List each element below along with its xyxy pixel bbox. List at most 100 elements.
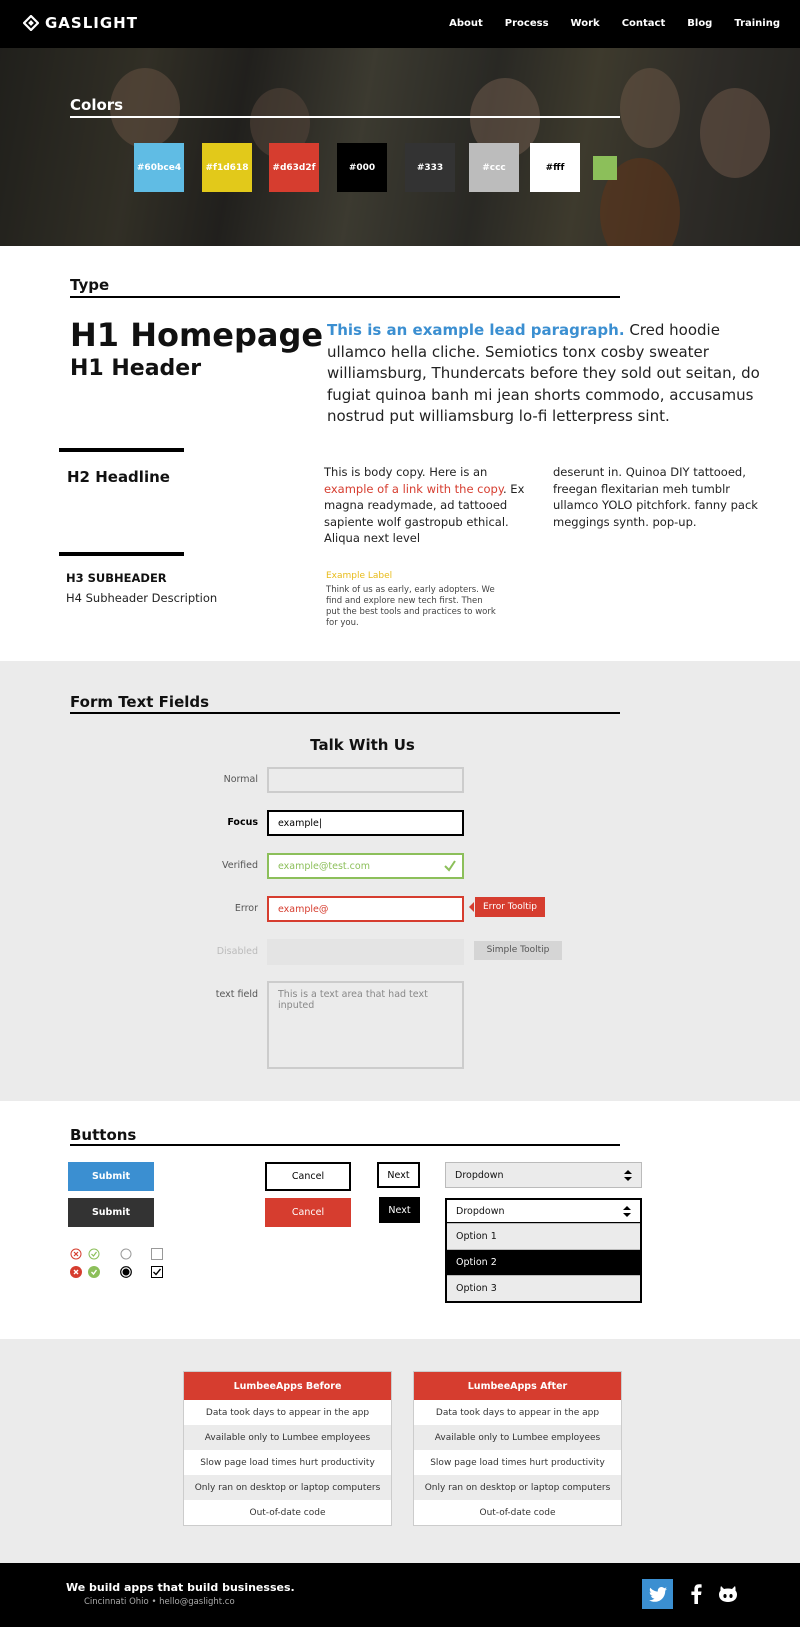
table-before: LumbeeApps Before Data took days to appe…	[183, 1371, 392, 1526]
submit-button-primary[interactable]: Submit	[68, 1162, 154, 1191]
cancel-button-outline[interactable]: Cancel	[265, 1162, 351, 1191]
dropdown-closed[interactable]: Dropdown	[445, 1162, 642, 1188]
table-before-body: Data took days to appear in the app Avai…	[184, 1400, 391, 1525]
table-row: Only ran on desktop or laptop computers	[414, 1475, 621, 1500]
table-after-body: Data took days to appear in the app Avai…	[414, 1400, 621, 1525]
table-after-header: LumbeeApps After	[414, 1372, 621, 1400]
table-row: Only ran on desktop or laptop computers	[184, 1475, 391, 1500]
type-title: Type	[70, 276, 110, 294]
dropdown-open-label: Dropdown	[456, 1205, 505, 1217]
next-button-dark[interactable]: Next	[379, 1197, 420, 1223]
swatch-yellow: #f1d618	[202, 143, 252, 192]
verified-value: example@test.com	[278, 861, 370, 872]
swatch-white: #fff	[530, 143, 580, 192]
verified-input[interactable]: example@test.com	[267, 853, 464, 879]
lead-highlight: This is an example lead paragraph.	[327, 321, 625, 339]
dropdown-option-2[interactable]: Option 2	[447, 1249, 640, 1275]
table-row: Data took days to appear in the app	[414, 1400, 621, 1425]
h1-homepage: H1 Homepage	[70, 316, 324, 354]
form-title: Form Text Fields	[70, 693, 210, 711]
body-text-a: This is body copy. Here is an	[324, 465, 488, 479]
radio-checked[interactable]	[120, 1266, 132, 1278]
label-disabled: Disabled	[216, 946, 258, 957]
h4-subheader: H4 Subheader Description	[66, 591, 218, 605]
top-nav: GASLIGHT About Process Work Contact Blog…	[0, 0, 800, 48]
nav-link-work[interactable]: Work	[571, 18, 600, 29]
x-circle-outline-icon[interactable]	[70, 1248, 82, 1260]
table-row: Available only to Lumbee employees	[184, 1425, 391, 1450]
label-error: Error	[234, 903, 258, 914]
x-circle-filled-icon[interactable]	[70, 1266, 82, 1278]
footer	[0, 1563, 800, 1627]
swatch-light-gray: #ccc	[469, 143, 519, 192]
check-circle-outline-icon[interactable]	[88, 1248, 100, 1260]
table-row: Data took days to appear in the app	[184, 1400, 391, 1425]
type-rule	[70, 296, 620, 298]
diamond-logo-icon	[23, 15, 39, 31]
label-focus: Focus	[227, 817, 258, 828]
twitter-icon[interactable]	[642, 1579, 673, 1609]
lead-paragraph: This is an example lead paragraph. Cred …	[327, 320, 767, 428]
nav-link-contact[interactable]: Contact	[622, 18, 666, 29]
h2-bar	[59, 448, 184, 452]
buttons-rule	[70, 1144, 620, 1146]
table-after: LumbeeApps After Data took days to appea…	[413, 1371, 622, 1526]
h3-bar	[59, 552, 184, 556]
table-row: Out-of-date code	[414, 1500, 621, 1525]
facebook-icon[interactable]	[690, 1584, 702, 1604]
example-label: Example Label	[326, 571, 393, 581]
radio-unchecked[interactable]	[120, 1248, 132, 1260]
form-heading: Talk With Us	[310, 736, 415, 754]
error-input[interactable]: example@	[267, 896, 464, 922]
swatch-green	[593, 156, 617, 180]
h1-header: H1 Header	[70, 356, 202, 381]
dropdown-open[interactable]: Dropdown	[445, 1198, 642, 1224]
checkbox-checked[interactable]	[151, 1266, 163, 1278]
swatch-blue: #60bce4	[134, 143, 184, 192]
nav-link-about[interactable]: About	[449, 18, 483, 29]
table-row: Slow page load times hurt productivity	[414, 1450, 621, 1475]
swatch-black: #000	[337, 143, 387, 192]
github-icon[interactable]	[718, 1585, 738, 1603]
body-copy: This is body copy. Here is an example of…	[324, 464, 540, 547]
focus-input[interactable]: example|	[267, 810, 464, 836]
text-area[interactable]: This is a text area that had text inpute…	[267, 981, 464, 1069]
checkbox-unchecked[interactable]	[151, 1248, 163, 1260]
body-link[interactable]: example of a link with the copy	[324, 482, 503, 496]
swatch-dark-gray: #333	[405, 143, 455, 192]
nav-link-training[interactable]: Training	[734, 18, 780, 29]
colors-hero-photo	[0, 48, 800, 246]
nav-link-blog[interactable]: Blog	[687, 18, 712, 29]
dropdown-option-3[interactable]: Option 3	[447, 1275, 640, 1301]
next-button-outline[interactable]: Next	[377, 1162, 420, 1188]
comparison-section	[0, 1339, 800, 1563]
h2-headline: H2 Headline	[67, 468, 170, 486]
form-rule	[70, 712, 620, 714]
footer-tagline: We build apps that build businesses.	[66, 1581, 295, 1594]
colors-rule	[70, 116, 620, 118]
normal-input[interactable]	[267, 767, 464, 793]
table-before-header: LumbeeApps Before	[184, 1372, 391, 1400]
h3-subheader: H3 SUBHEADER	[66, 571, 167, 585]
table-row: Out-of-date code	[184, 1500, 391, 1525]
submit-button-dark[interactable]: Submit	[68, 1198, 154, 1227]
colors-title: Colors	[70, 96, 124, 114]
nav-link-process[interactable]: Process	[505, 18, 549, 29]
check-circle-filled-icon[interactable]	[88, 1266, 100, 1278]
body-copy-col2: deserunt in. Quinoa DIY tattooed, freega…	[553, 465, 758, 529]
dropdown-options: Option 1 Option 2 Option 3	[445, 1223, 642, 1303]
gaslight-logo[interactable]: GASLIGHT	[23, 14, 138, 32]
disabled-input	[267, 939, 464, 965]
dropdown-option-1[interactable]: Option 1	[447, 1223, 640, 1249]
example-text: Think of us as early, early adopters. We…	[326, 585, 496, 628]
table-row: Available only to Lumbee employees	[414, 1425, 621, 1450]
sort-arrows-icon	[623, 1205, 631, 1217]
footer-contact[interactable]: Cincinnati Ohio • hello@gaslight.co	[84, 1597, 235, 1607]
dropdown-label: Dropdown	[455, 1169, 504, 1181]
table-row: Slow page load times hurt productivity	[184, 1450, 391, 1475]
swatch-red: #d63d2f	[269, 143, 319, 192]
sort-arrows-icon	[624, 1169, 632, 1181]
cancel-button-red[interactable]: Cancel	[265, 1198, 351, 1227]
checkmark-icon	[444, 860, 456, 872]
nav-links: About Process Work Contact Blog Training	[449, 18, 780, 29]
